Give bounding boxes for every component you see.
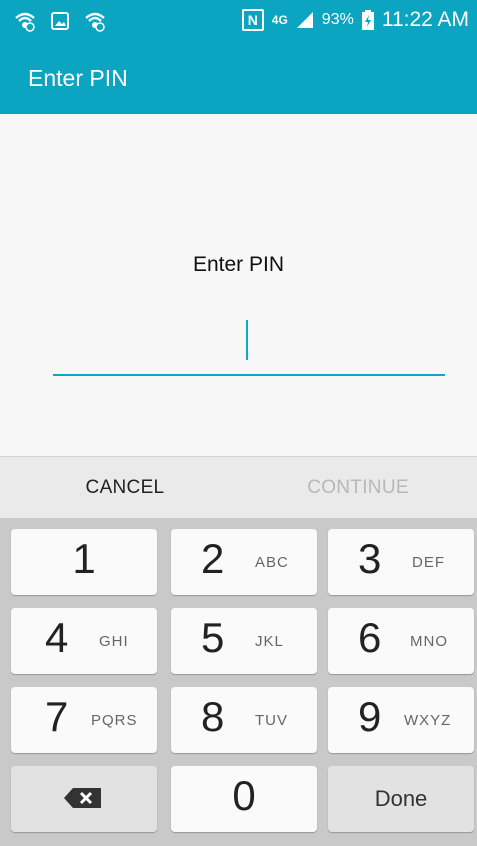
key-digit: 9: [358, 693, 382, 740]
key-1[interactable]: 1: [11, 529, 157, 595]
key-digit: 3: [358, 535, 382, 582]
battery-charging-icon: [361, 10, 374, 30]
key-3[interactable]: 3 DEF: [328, 529, 474, 595]
key-8[interactable]: 8 TUV: [171, 687, 317, 753]
action-bar: CANCEL CONTINUE: [0, 456, 477, 519]
cancel-button[interactable]: CANCEL: [6, 457, 244, 519]
key-5[interactable]: 5 JKL: [171, 608, 317, 674]
key-letters: WXYZ: [404, 712, 452, 729]
text-cursor: [246, 320, 248, 360]
key-digit: 8: [201, 693, 225, 740]
app-bar: Enter PIN: [0, 46, 477, 114]
key-letters: TUV: [255, 712, 288, 729]
wifi-calling-icon: [14, 10, 36, 32]
key-letters: GHI: [99, 633, 129, 650]
app-bar-title: Enter PIN: [28, 65, 128, 91]
key-digit: 4: [45, 614, 69, 661]
key-letters: DEF: [412, 554, 445, 571]
numeric-keypad: 1 2 ABC 3 DEF 4 GHI 5 JKL 6 MNO 7 PQRS 8…: [0, 518, 477, 846]
key-6[interactable]: 6 MNO: [328, 608, 474, 674]
key-digit: 5: [201, 614, 225, 661]
key-digit: 7: [45, 693, 69, 740]
status-bar: N 4G 93% 11:22 AM: [0, 0, 477, 46]
image-icon: [50, 11, 70, 31]
done-label: Done: [374, 786, 428, 811]
key-letters: JKL: [255, 633, 284, 650]
key-digit: 0: [232, 772, 256, 819]
key-digit: 1: [72, 535, 96, 582]
key-9[interactable]: 9 WXYZ: [328, 687, 474, 753]
key-digit: 6: [358, 614, 382, 661]
key-letters: PQRS: [91, 712, 138, 729]
key-7[interactable]: 7 PQRS: [11, 687, 157, 753]
network-type: 4G: [271, 13, 288, 27]
backspace-icon: [63, 786, 103, 815]
continue-button[interactable]: CONTINUE: [239, 457, 477, 519]
key-2[interactable]: 2 ABC: [171, 529, 317, 595]
key-digit: 2: [201, 535, 225, 582]
nfc-icon: N: [241, 9, 264, 31]
key-0[interactable]: 0: [171, 766, 317, 832]
backspace-button[interactable]: [11, 766, 157, 832]
status-left-icons: [14, 10, 106, 32]
key-letters: MNO: [410, 633, 448, 650]
battery-percent: 93%: [321, 11, 354, 28]
pin-entry-area: Enter PIN: [0, 114, 477, 456]
key-4[interactable]: 4 GHI: [11, 608, 157, 674]
done-button[interactable]: Done: [328, 766, 474, 832]
wifi-icon: [84, 10, 106, 32]
pin-input[interactable]: [53, 314, 445, 376]
signal-icon: [296, 11, 314, 29]
clock: 11:22 AM: [381, 8, 469, 31]
pin-prompt: Enter PIN: [192, 253, 285, 276]
key-letters: ABC: [255, 554, 289, 571]
status-right-icons: N 4G 93% 11:22 AM: [241, 8, 469, 32]
